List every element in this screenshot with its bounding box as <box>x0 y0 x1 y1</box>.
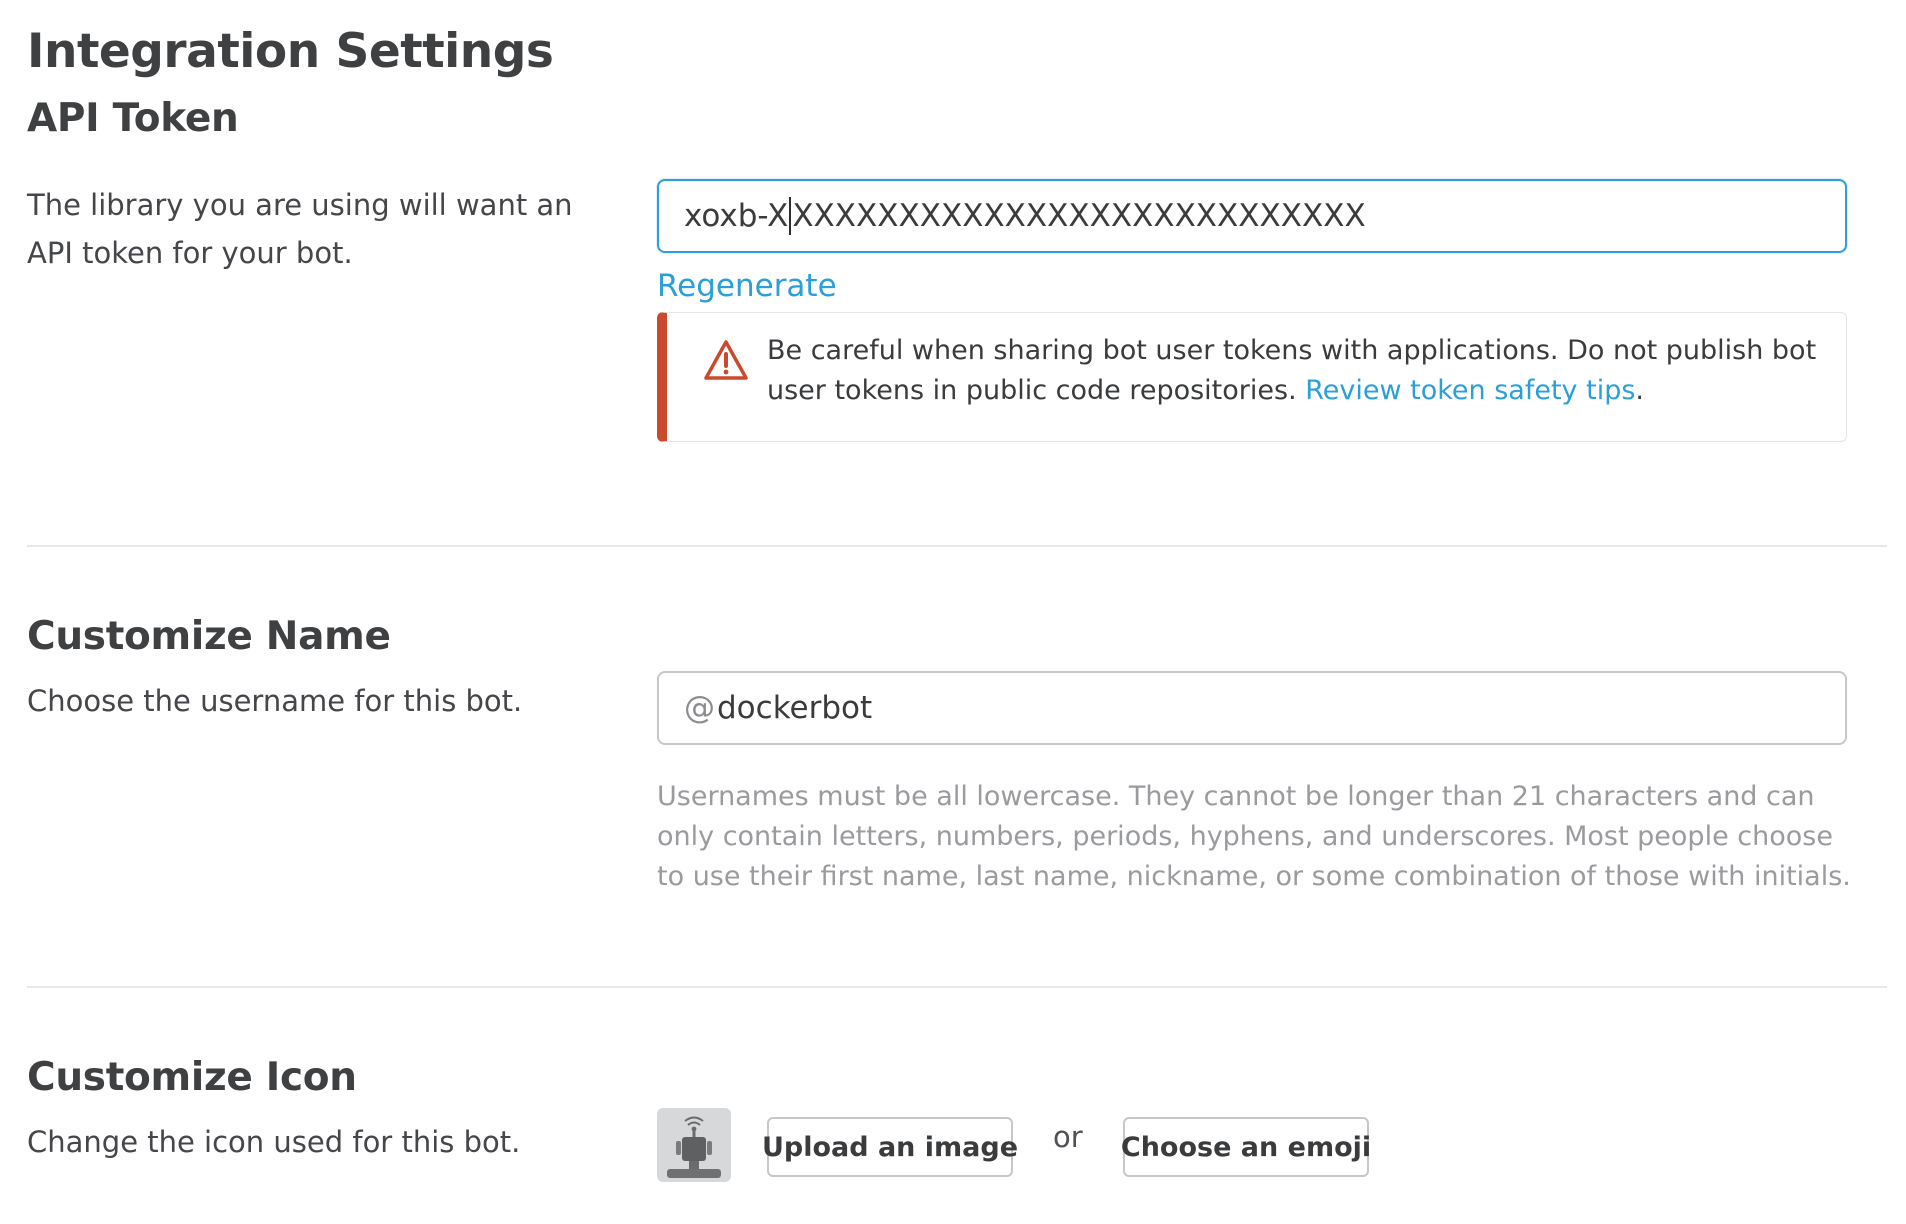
warning-text: Be careful when sharing bot user tokens … <box>767 331 1827 411</box>
username-help-text: Usernames must be all lowercase. They ca… <box>657 781 1851 892</box>
api-token-input[interactable]: xoxb-X XXXXXXXXXXXXXXXXXXXXXXXXXXX <box>657 179 1847 253</box>
api-token-title: API Token <box>27 96 239 141</box>
or-separator: or <box>1053 1120 1083 1154</box>
customize-name-description: Choose the username for this bot. <box>27 684 523 718</box>
upload-image-button[interactable]: Upload an image <box>762 1117 1018 1177</box>
section-divider <box>27 986 1887 988</box>
token-rest: XXXXXXXXXXXXXXXXXXXXXXXXXXX <box>792 198 1366 234</box>
choose-emoji-button[interactable]: Choose an emoji <box>1121 1117 1371 1177</box>
customize-icon-description: Change the icon used for this bot. <box>27 1125 521 1159</box>
review-token-safety-link[interactable]: Review token safety tips <box>1305 375 1635 406</box>
section-divider <box>27 545 1887 547</box>
customize-name-title: Customize Name <box>27 614 391 659</box>
warning-message: Be careful when sharing bot user tokens … <box>767 335 1817 406</box>
warning-triangle-icon <box>704 340 748 380</box>
page-title: Integration Settings <box>27 24 554 79</box>
username-value: dockerbot <box>717 690 873 726</box>
customize-icon-title: Customize Icon <box>27 1055 357 1100</box>
warning-suffix: . <box>1635 375 1644 406</box>
text-caret <box>789 197 792 235</box>
bot-avatar-icon <box>657 1108 731 1182</box>
regenerate-link[interactable]: Regenerate <box>657 268 837 304</box>
token-prefix: xoxb-X <box>684 198 789 234</box>
at-symbol: @ <box>684 690 715 726</box>
username-input[interactable]: @ dockerbot <box>657 671 1847 745</box>
api-token-description: The library you are using will want an A… <box>27 188 573 270</box>
token-warning-banner: Be careful when sharing bot user tokens … <box>657 312 1847 442</box>
